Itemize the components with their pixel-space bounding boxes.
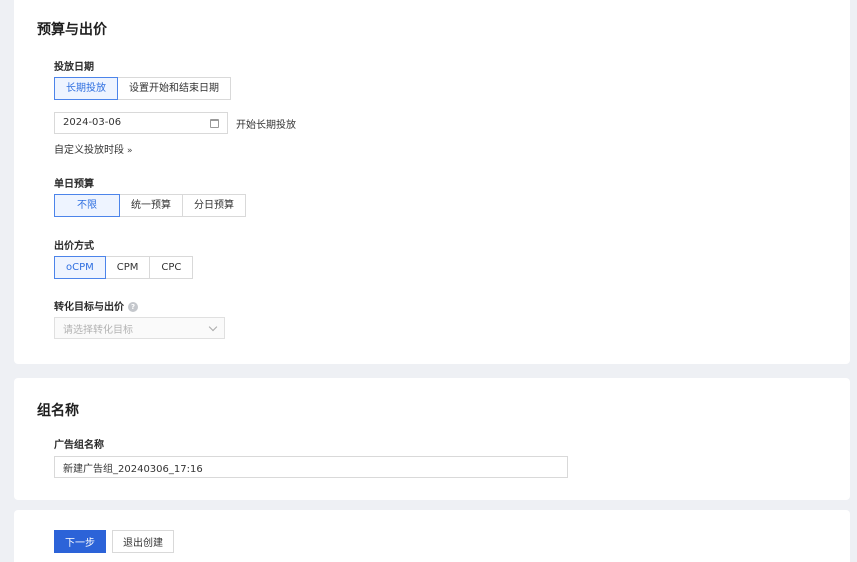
next-step-button[interactable]: 下一步 bbox=[54, 530, 106, 553]
start-date-value: 2024-03-06 bbox=[63, 117, 122, 128]
bid-method-label: 出价方式 bbox=[54, 241, 94, 252]
custom-schedule-toggle[interactable]: 自定义投放时段» bbox=[54, 141, 133, 156]
ad-group-name-input[interactable] bbox=[54, 456, 568, 478]
conversion-target-placeholder: 请选择转化目标 bbox=[63, 324, 133, 336]
option-daily-split-budget[interactable]: 分日预算 bbox=[182, 194, 246, 217]
option-cpc[interactable]: CPC bbox=[149, 256, 194, 279]
option-cpm[interactable]: CPM bbox=[104, 256, 151, 279]
section-title-budget: 预算与出价 bbox=[37, 22, 107, 38]
group-name-section: 组名称 广告组名称 bbox=[14, 378, 850, 500]
daily-budget-label: 单日预算 bbox=[54, 179, 94, 190]
start-date-picker[interactable]: 2024-03-06 bbox=[54, 112, 228, 134]
conversion-target-select[interactable]: 请选择转化目标 bbox=[54, 317, 225, 339]
chevron-down-icon bbox=[208, 322, 218, 331]
section-title-group: 组名称 bbox=[37, 403, 79, 419]
conversion-target-label: 转化目标与出价 bbox=[54, 302, 124, 313]
daily-budget-segment: 不限 统一预算 分日预算 bbox=[54, 194, 246, 217]
custom-schedule-label: 自定义投放时段 bbox=[54, 145, 124, 156]
budget-bid-section: 预算与出价 投放日期 长期投放 设置开始和结束日期 2024-03-06 开始长… bbox=[14, 0, 850, 364]
option-long-term[interactable]: 长期投放 bbox=[54, 77, 118, 100]
conversion-target-label-row: 转化目标与出价? bbox=[54, 298, 138, 313]
option-set-date-range[interactable]: 设置开始和结束日期 bbox=[117, 77, 231, 100]
ad-group-name-label: 广告组名称 bbox=[54, 440, 104, 451]
option-unlimited[interactable]: 不限 bbox=[54, 194, 120, 217]
option-unified-budget[interactable]: 统一预算 bbox=[119, 194, 183, 217]
long-term-note: 开始长期投放 bbox=[236, 120, 296, 131]
option-ocpm[interactable]: oCPM bbox=[54, 256, 106, 279]
delivery-date-segment: 长期投放 设置开始和结束日期 bbox=[54, 77, 231, 100]
calendar-icon bbox=[210, 118, 219, 128]
bid-method-segment: oCPM CPM CPC bbox=[54, 256, 194, 279]
chevron-double-down-icon: » bbox=[127, 146, 133, 156]
exit-create-button[interactable]: 退出创建 bbox=[112, 530, 174, 553]
action-bar: 下一步 退出创建 bbox=[14, 510, 850, 562]
delivery-date-label: 投放日期 bbox=[54, 62, 94, 73]
question-circle-icon[interactable]: ? bbox=[128, 302, 138, 312]
